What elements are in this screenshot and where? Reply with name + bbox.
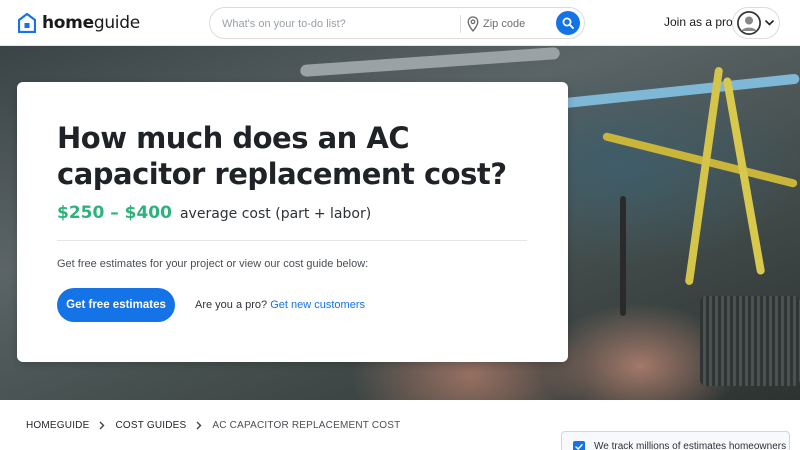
get-new-customers-link[interactable]: Get new customers [270, 299, 365, 311]
homeguide-logo[interactable]: homeguide [18, 11, 140, 35]
card-divider [57, 240, 527, 241]
user-icon [737, 11, 761, 35]
breadcrumb-homeguide[interactable]: HOMEGUIDE [26, 420, 89, 431]
chevron-right-icon [99, 421, 105, 430]
search-bar [209, 7, 585, 39]
checkmark-badge [573, 441, 585, 450]
card-subtitle: Get free estimates for your project or v… [57, 258, 369, 270]
home-logo-icon [18, 13, 36, 33]
search-input[interactable] [222, 16, 452, 32]
chevron-down-icon [765, 20, 774, 26]
info-text: We track millions of estimates homeowner… [594, 441, 787, 450]
search-divider [460, 15, 461, 33]
photo-fan-grille [700, 296, 800, 386]
join-as-pro-link[interactable]: Join as a pro [664, 15, 733, 29]
avatar [737, 11, 761, 35]
checkmark-icon [575, 444, 583, 450]
photo-wire-black [620, 196, 626, 316]
search-button[interactable] [556, 11, 580, 35]
price-range: $250 – $400 [57, 203, 172, 223]
photo-component-grey [299, 46, 561, 78]
hero-card: How much does an AC capacitor replacemen… [17, 82, 568, 362]
photo-wire-yellow-vertical [684, 66, 724, 286]
breadcrumb: HOMEGUIDE COST GUIDES AC CAPACITOR REPLA… [26, 420, 400, 431]
logo-text: homeguide [42, 13, 140, 33]
estimates-info-box: We track millions of estimates homeowner… [561, 431, 790, 450]
zip-code-input[interactable] [483, 16, 553, 32]
get-free-estimates-button[interactable]: Get free estimates [57, 288, 175, 322]
pro-question: Are you a pro? [195, 299, 268, 311]
hero-section: How much does an AC capacitor replacemen… [0, 46, 800, 400]
photo-wire-blue [560, 73, 800, 109]
chevron-right-icon [196, 421, 202, 430]
site-header: homeguide Join as a pro [0, 0, 800, 46]
price-row: $250 – $400 average cost (part + labor) [57, 203, 371, 223]
search-icon [562, 17, 574, 29]
price-note: average cost (part + labor) [179, 206, 372, 222]
pro-prompt: Are you a pro? Get new customers [195, 299, 365, 311]
account-menu-button[interactable] [732, 7, 780, 39]
breadcrumb-cost-guides[interactable]: COST GUIDES [115, 420, 186, 431]
breadcrumb-current: AC CAPACITOR REPLACEMENT COST [212, 420, 401, 431]
map-pin-icon [467, 16, 479, 32]
page-title: How much does an AC capacitor replacemen… [57, 121, 507, 191]
